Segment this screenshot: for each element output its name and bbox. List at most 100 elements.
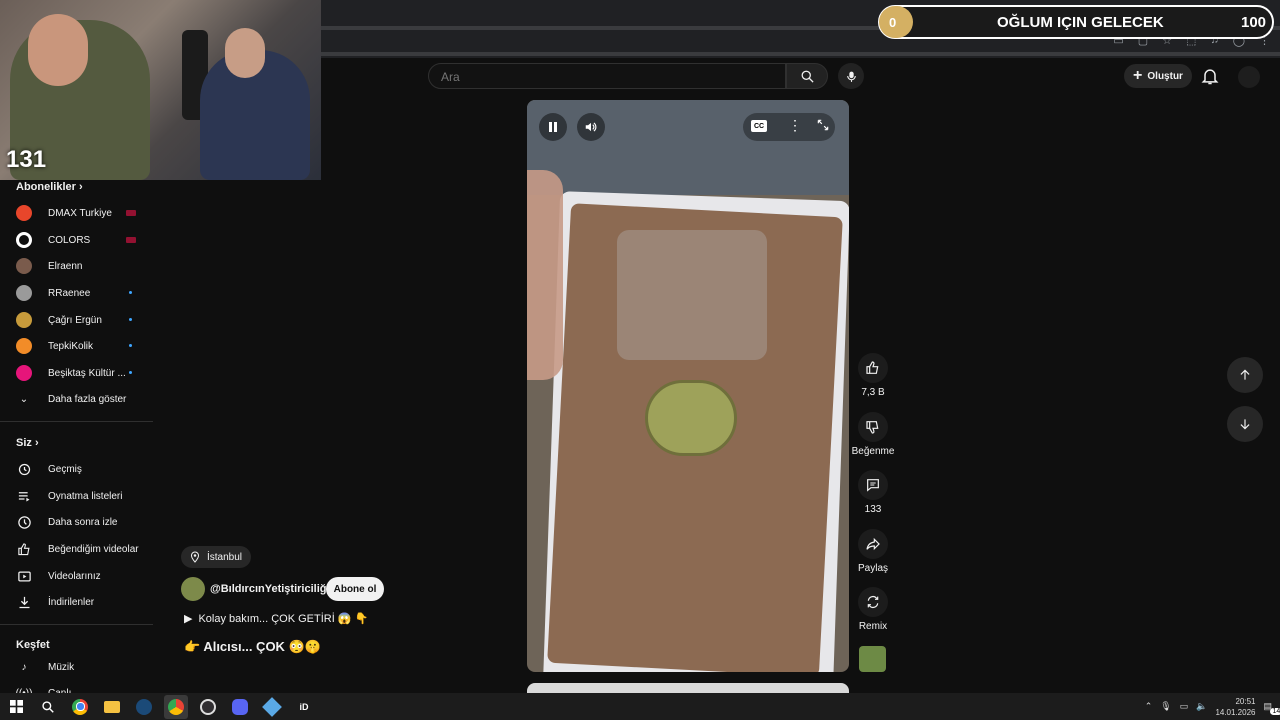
comment-count: 133 <box>864 504 882 515</box>
speaker-icon[interactable]: 🔈 <box>1196 701 1207 712</box>
share-button[interactable]: Paylaş <box>849 529 897 574</box>
next-short-button[interactable] <box>1227 406 1263 442</box>
sidebar-item-playlists[interactable]: Oynatma listeleri <box>16 484 154 508</box>
sidebar-channel[interactable]: Beşiktaş Kültür ... <box>16 361 154 385</box>
obs-icon[interactable] <box>196 695 220 719</box>
windows-taskbar: iD <box>0 693 1280 720</box>
sidebar-channel[interactable]: TepkiKolik <box>16 334 154 358</box>
account-avatar[interactable] <box>1238 66 1260 88</box>
browser-divider <box>321 52 1280 56</box>
sound-thumbnail[interactable] <box>859 646 886 672</box>
app-icon[interactable] <box>260 695 284 719</box>
volume-button[interactable] <box>577 113 605 141</box>
like-count: 7,3 B <box>861 387 885 398</box>
search-icon <box>801 70 814 83</box>
network-icon[interactable]: ▭ <box>1180 701 1189 712</box>
pause-icon <box>549 122 557 132</box>
sidebar-channel[interactable]: COLORS <box>16 228 154 252</box>
chrome-active-icon[interactable] <box>164 694 188 719</box>
remix-icon <box>867 595 879 609</box>
caption-line[interactable]: ▶ Kolay bakım... ÇOK GETİRİ 😱 👇 <box>184 612 368 625</box>
video-icon <box>16 568 32 584</box>
subscribe-button[interactable]: Abone ol <box>326 577 384 601</box>
location-chip[interactable]: İstanbul <box>181 546 251 568</box>
sidebar-item-music[interactable]: ♪ Müzik <box>16 655 154 679</box>
file-explorer-icon[interactable] <box>100 695 124 719</box>
search-icon[interactable] <box>36 695 60 719</box>
sidebar-item-watch-later[interactable]: Daha sonra izle <box>16 510 154 534</box>
arrow-up-icon <box>1240 369 1250 380</box>
clock-icon <box>16 514 32 530</box>
channel-avatar <box>16 285 32 301</box>
like-button[interactable]: 7,3 B <box>849 353 897 398</box>
plus-icon: + <box>1133 67 1143 84</box>
search-box <box>428 63 786 89</box>
remix-label: Remix <box>858 621 888 632</box>
system-tray: ⌃ 🎙 ▭ 🔈 20:51 14.01.2026 ▤ 14 <box>1145 693 1280 720</box>
caption-line: 👉 Alıcısı... ÇOK 😳🤫 <box>184 639 321 654</box>
search-button[interactable] <box>786 63 828 89</box>
goal-start-value: 0 <box>889 15 897 30</box>
location-pin-icon <box>190 551 200 563</box>
steam-icon[interactable] <box>132 695 156 719</box>
shorts-video-player[interactable]: CC ⋮ <box>527 100 849 672</box>
previous-short-button[interactable] <box>1227 357 1263 393</box>
channel-avatar[interactable] <box>181 577 205 601</box>
notification-center-icon[interactable]: ▤ 14 <box>1263 701 1280 715</box>
create-button[interactable]: + Oluştur <box>1124 64 1192 88</box>
explore-heading: Keşfet <box>16 639 50 651</box>
you-heading[interactable]: Siz › <box>16 437 39 449</box>
microphone-icon[interactable]: 🎙 <box>1160 701 1171 712</box>
sidebar-item-downloads[interactable]: İndirilenler <box>16 590 154 614</box>
arrow-down-icon <box>1240 419 1250 430</box>
webcam-overlay <box>0 0 321 180</box>
sidebar-item-history[interactable]: Geçmiş <box>16 457 154 481</box>
thumbs-up-icon <box>866 361 879 374</box>
chevron-right-icon: › <box>78 181 83 193</box>
channel-name-link[interactable]: @BıldırcınYetiştiriciliği <box>210 583 330 595</box>
pause-button[interactable] <box>539 113 567 141</box>
chrome-icon[interactable] <box>68 695 92 719</box>
sidebar-channel[interactable]: RRaenee <box>16 281 154 305</box>
clock[interactable]: 20:51 14.01.2026 <box>1215 696 1255 718</box>
goal-end-value: 100 <box>1241 14 1267 31</box>
live-indicator-icon <box>126 237 136 243</box>
playlist-icon <box>16 488 32 504</box>
discord-icon[interactable] <box>228 695 252 719</box>
captions-icon[interactable]: CC <box>751 120 767 132</box>
remix-button[interactable]: Remix <box>849 587 897 632</box>
dislike-button[interactable]: Beğenme <box>849 412 897 457</box>
notifications-button[interactable] <box>1200 66 1220 91</box>
live-indicator-icon <box>126 210 136 216</box>
comments-button[interactable]: 133 <box>849 470 897 515</box>
microphone-icon <box>846 71 856 82</box>
viewer-count: 131 <box>6 146 47 173</box>
search-input[interactable] <box>439 69 743 85</box>
download-icon <box>16 594 32 610</box>
sidebar-channel[interactable]: Çağrı Ergün <box>16 308 154 332</box>
sidebar-channel[interactable]: DMAX Turkiye <box>16 201 154 225</box>
sidebar-channel[interactable]: Elraenn <box>16 254 154 278</box>
windows-start-icon[interactable] <box>4 695 28 719</box>
voice-search-button[interactable] <box>838 63 864 89</box>
sidebar-item-liked-videos[interactable]: Beğendiğim videolar <box>16 537 154 561</box>
chevron-down-icon: ⌄ <box>19 393 29 405</box>
music-note-icon: ♪ <box>21 661 27 673</box>
fullscreen-icon[interactable] <box>816 118 830 137</box>
history-icon <box>16 461 32 477</box>
id-app-icon[interactable]: iD <box>292 695 316 719</box>
subscriptions-heading[interactable]: Abonelikler › <box>16 181 83 193</box>
chevron-up-icon[interactable]: ⌃ <box>1145 701 1153 712</box>
volume-icon <box>585 122 597 132</box>
share-icon <box>866 537 880 551</box>
show-more-button[interactable]: ⌄ Daha fazla göster <box>16 387 154 411</box>
play-icon: ▶ <box>184 613 193 625</box>
sidebar-item-your-videos[interactable]: Videolarınız <box>16 564 154 588</box>
sidebar-divider <box>0 624 153 625</box>
new-content-dot <box>129 318 132 321</box>
more-options-icon[interactable]: ⋮ <box>788 117 802 134</box>
new-content-dot <box>129 344 132 347</box>
channel-avatar <box>16 232 32 248</box>
bell-icon <box>1201 69 1219 85</box>
comment-icon <box>867 479 879 492</box>
